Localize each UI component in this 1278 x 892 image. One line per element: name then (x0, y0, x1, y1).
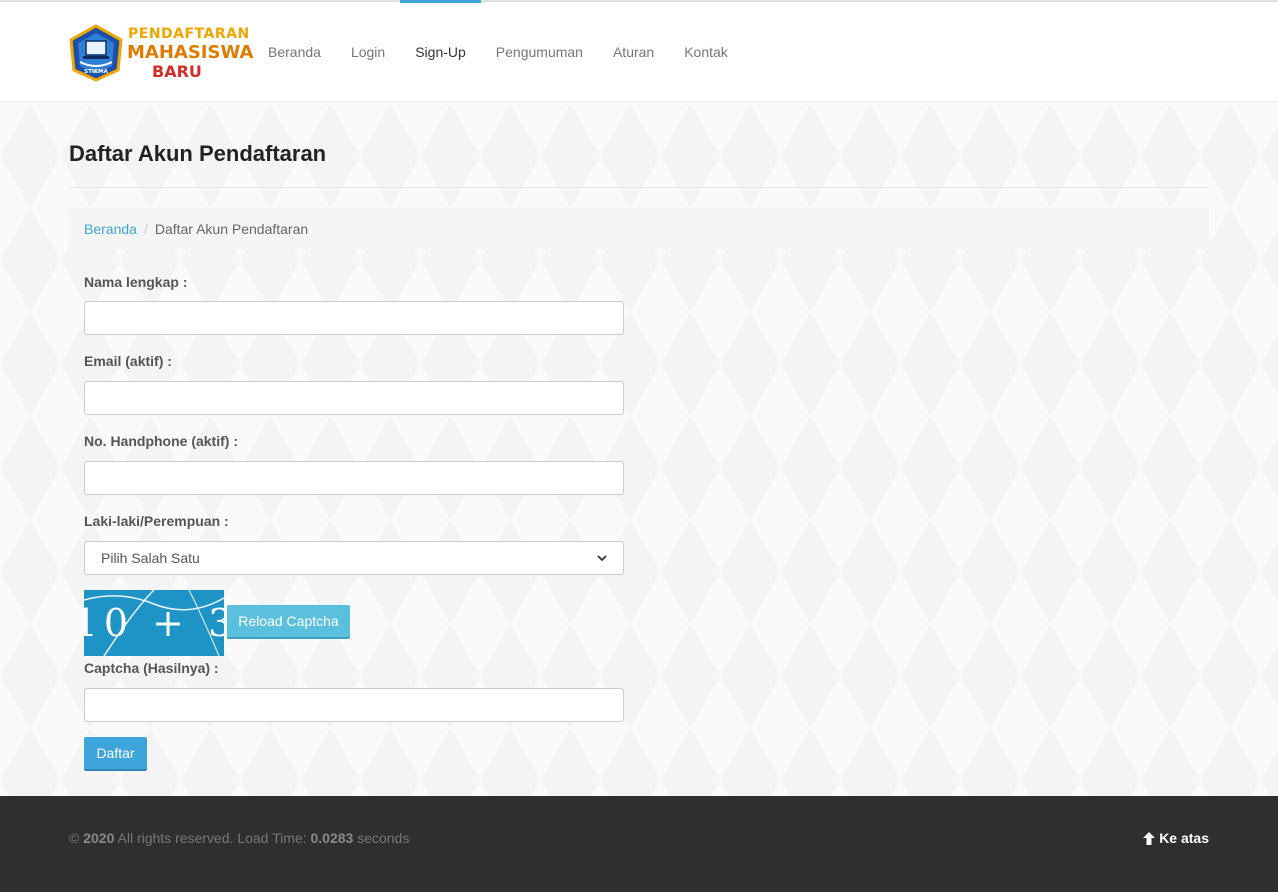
logo-line-1: PENDAFTARAN (128, 26, 250, 42)
load-time-value: 0.0283 (310, 830, 354, 846)
computer-emblem-icon: STIKMA (69, 24, 123, 82)
captcha-text: 10 + 3 (84, 601, 224, 645)
reload-captcha-button[interactable]: Reload Captcha (227, 605, 350, 639)
gender-select[interactable]: Pilih Salah Satu (84, 541, 624, 575)
breadcrumb-separator: / (143, 220, 148, 237)
back-to-top-label: Ke atas (1159, 830, 1209, 846)
phone-input[interactable] (84, 461, 624, 495)
captcha-row: 10 + 3 Reload Captcha (84, 590, 624, 656)
nav-item-sign-up[interactable]: Sign-Up (400, 0, 481, 102)
copyright-year: 2020 (83, 830, 115, 846)
email-label: Email (aktif) : (84, 353, 172, 369)
logo-line-3: BARU (152, 62, 202, 81)
nav-item-login[interactable]: Login (336, 2, 400, 102)
gender-label: Laki-laki/Perempuan : (84, 513, 229, 529)
captcha-label: Captcha (Hasilnya) : (84, 660, 219, 676)
nav-item-pengumuman[interactable]: Pengumuman (481, 2, 598, 102)
captcha-image: 10 + 3 (84, 590, 224, 656)
nav-item-aturan[interactable]: Aturan (598, 2, 669, 102)
email-input[interactable] (84, 381, 624, 415)
back-to-top-link[interactable]: Ke atas (1143, 830, 1209, 846)
chevron-down-icon (597, 555, 607, 562)
title-divider (69, 187, 1209, 188)
gender-selected-value: Pilih Salah Satu (101, 550, 200, 566)
breadcrumb-current: Daftar Akun Pendaftaran (154, 220, 309, 237)
site-footer: © 2020 All rights reserved. Load Time: 0… (0, 796, 1278, 892)
arrow-up-icon (1143, 831, 1156, 845)
name-input[interactable] (84, 301, 624, 335)
site-logo[interactable]: STIKMA PENDAFTARAN MAHASISWA BARU (68, 24, 253, 84)
main-nav: Beranda Login Sign-Up Pengumuman Aturan … (253, 0, 743, 102)
footer-rights: All rights reserved. Load Time: (117, 830, 307, 846)
signup-form: Nama lengkap : Email (aktif) : No. Handp… (84, 270, 624, 771)
phone-label: No. Handphone (aktif) : (84, 433, 238, 449)
name-label: Nama lengkap : (84, 274, 188, 290)
page-title: Daftar Akun Pendaftaran (69, 141, 327, 166)
site-header: STIKMA PENDAFTARAN MAHASISWA BARU Berand… (0, 0, 1278, 102)
load-time-unit: seconds (357, 830, 410, 846)
nav-item-kontak[interactable]: Kontak (669, 2, 743, 102)
logo-line-2: MAHASISWA (127, 42, 254, 63)
nav-item-beranda[interactable]: Beranda (253, 2, 336, 102)
captcha-input[interactable] (84, 688, 624, 722)
copyright-symbol: © (69, 830, 80, 846)
emblem-text: STIKMA (84, 69, 108, 75)
submit-button[interactable]: Daftar (84, 737, 147, 771)
breadcrumb-home-link[interactable]: Beranda (84, 221, 137, 237)
footer-text: © 2020 All rights reserved. Load Time: 0… (69, 830, 409, 846)
breadcrumb: Beranda / Daftar Akun Pendaftaran (69, 208, 1209, 249)
